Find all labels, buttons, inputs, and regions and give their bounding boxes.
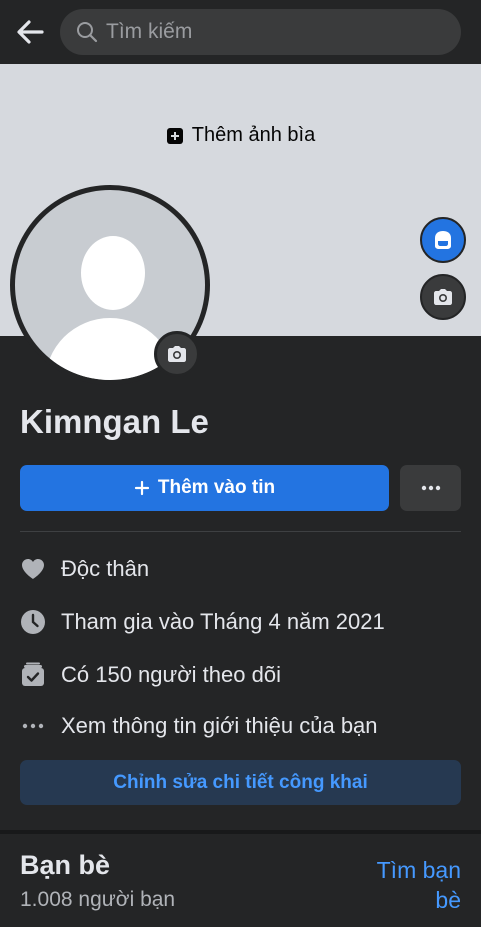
heart-icon bbox=[20, 556, 46, 582]
info-followers: Có 150 người theo dõi bbox=[20, 660, 461, 690]
search-icon bbox=[77, 22, 98, 43]
avatar-button[interactable] bbox=[420, 217, 466, 263]
search-input[interactable] bbox=[106, 20, 426, 44]
info-relationship: Độc thân bbox=[20, 554, 461, 584]
divider bbox=[20, 531, 461, 532]
edit-public-details-button[interactable]: Chỉnh sửa chi tiết công khai bbox=[20, 760, 461, 805]
more-options-button[interactable] bbox=[400, 465, 461, 511]
friends-count: 1.008 người bạn bbox=[20, 888, 176, 911]
info-text: Độc thân bbox=[61, 556, 150, 581]
add-cover-photo-button[interactable]: Thêm ảnh bìa bbox=[0, 124, 481, 147]
edit-cover-camera-button[interactable] bbox=[420, 274, 466, 320]
avatar-placeholder-head bbox=[81, 236, 145, 310]
camera-icon bbox=[168, 346, 186, 362]
add-to-story-button[interactable]: Thêm vào tin bbox=[20, 465, 389, 511]
more-dots-icon bbox=[421, 485, 440, 491]
plus-icon bbox=[134, 480, 150, 496]
profile-name: Kimngan Le bbox=[20, 403, 209, 440]
info-text: Tham gia vào Tháng 4 năm 2021 bbox=[61, 609, 385, 634]
back-arrow-icon bbox=[17, 20, 44, 44]
section-separator bbox=[0, 830, 481, 834]
find-friends-link[interactable]: Tìm bạn bè bbox=[351, 855, 461, 915]
search-bar[interactable] bbox=[60, 9, 461, 55]
avatar-creator-icon bbox=[435, 231, 451, 249]
edit-profile-picture-button[interactable] bbox=[154, 331, 200, 377]
info-text: Xem thông tin giới thiệu của bạn bbox=[61, 713, 378, 738]
clock-icon bbox=[20, 609, 46, 635]
add-cover-label: Thêm ảnh bìa bbox=[191, 124, 316, 146]
back-button[interactable] bbox=[12, 14, 48, 50]
add-to-story-label: Thêm vào tin bbox=[157, 477, 276, 498]
friends-section-title: Bạn bè bbox=[20, 850, 111, 880]
camera-icon bbox=[434, 289, 452, 305]
info-about-link[interactable]: Xem thông tin giới thiệu của bạn bbox=[20, 711, 461, 741]
followers-icon bbox=[20, 662, 46, 688]
top-bar bbox=[0, 0, 481, 64]
info-joined: Tham gia vào Tháng 4 năm 2021 bbox=[20, 607, 461, 637]
add-photo-icon bbox=[166, 127, 183, 144]
info-text: Có 150 người theo dõi bbox=[61, 662, 281, 687]
ellipsis-icon bbox=[20, 713, 46, 739]
